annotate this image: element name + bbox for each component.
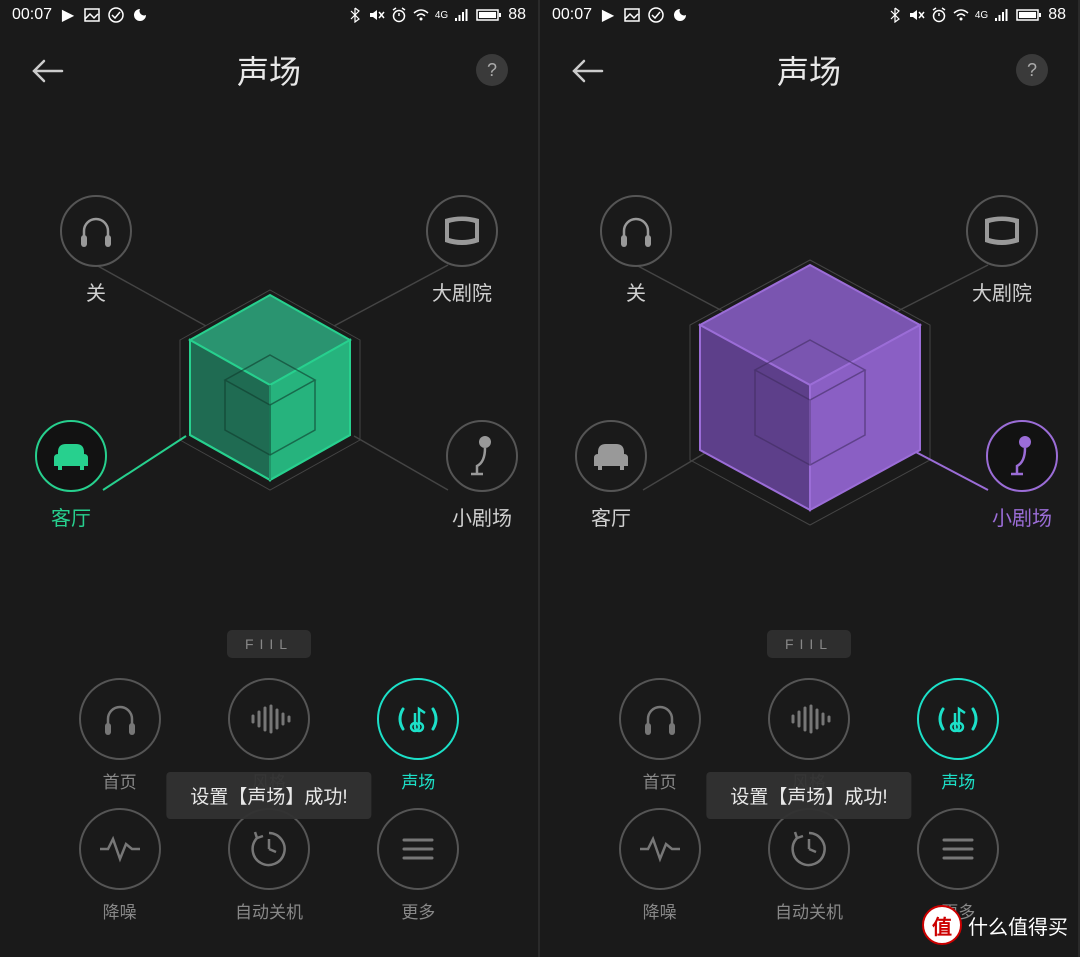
sofa-icon [590,440,632,472]
nav-more[interactable]: 更多 [344,808,493,923]
alarm-icon [391,7,407,23]
sofa-icon [50,440,92,472]
play-icon: ▶ [600,7,616,23]
nav-soundfield-label: 声场 [941,768,975,793]
signal-icon [994,7,1010,23]
mic-icon [1007,434,1037,478]
soundfield-icon [933,699,983,739]
nav-home-label: 首页 [103,768,137,793]
waveform-icon [787,704,831,734]
watermark-badge: 值 [922,905,962,945]
play-icon: ▶ [60,7,76,23]
network-label: 4G [435,10,448,21]
nav-timer-label: 自动关机 [235,898,303,923]
mic-icon [467,434,497,478]
wifi-icon [953,7,969,23]
header: 声场 ? [0,40,538,100]
watermark: 值 什么值得买 [922,905,1068,945]
headphones-icon [98,697,142,741]
option-off[interactable]: 关 [60,195,132,306]
bluetooth-icon [347,7,363,23]
toast-message: 设置【声场】成功! [706,772,911,819]
timer-icon [249,829,289,869]
nav-nc-label: 降噪 [643,898,677,923]
status-bar: 00:07 ▶ 4G 88 [0,0,538,30]
theater-icon [982,214,1022,248]
nav-nc[interactable]: 降噪 [45,808,194,923]
option-small-label: 小剧场 [446,502,518,531]
page-title: 声场 [237,47,301,93]
headphones-icon [76,211,116,251]
moon-icon [132,7,148,23]
back-button[interactable] [570,58,604,84]
wifi-icon [413,7,429,23]
option-small[interactable]: 小剧场 [986,420,1058,531]
battery-icon [476,7,502,23]
image-icon [84,7,100,23]
brand-logo: FIIL [540,630,1078,658]
cube-visual [670,250,950,530]
option-theater[interactable]: 大剧院 [966,195,1038,306]
option-theater-label: 大剧院 [426,277,498,306]
back-button[interactable] [30,58,64,84]
option-small-label: 小剧场 [986,502,1058,531]
theater-icon [442,214,482,248]
alarm-icon [931,7,947,23]
network-label: 4G [975,10,988,21]
help-button[interactable]: ? [1016,54,1048,86]
menu-icon [940,835,976,863]
header: 声场 ? [540,40,1078,100]
option-living-label: 客厅 [575,502,647,531]
nav-home-label: 首页 [643,768,677,793]
nav-timer[interactable]: 自动关机 [734,808,883,923]
nav-nc[interactable]: 降噪 [585,808,734,923]
battery-percent: 88 [1048,6,1066,24]
page-title: 声场 [777,47,841,93]
menu-icon [400,835,436,863]
help-button[interactable]: ? [476,54,508,86]
option-off-label: 关 [600,277,672,306]
option-theater[interactable]: 大剧院 [426,195,498,306]
nav-soundfield-label: 声场 [401,768,435,793]
mute-icon [909,7,925,23]
mute-icon [369,7,385,23]
check-icon [648,7,664,23]
moon-icon [672,7,688,23]
option-living[interactable]: 客厅 [575,420,647,531]
soundfield-icon [393,699,443,739]
bluetooth-icon [887,7,903,23]
option-theater-label: 大剧院 [966,277,1038,306]
headphones-icon [638,697,682,741]
headphones-icon [616,211,656,251]
image-icon [624,7,640,23]
waveform-icon [247,704,291,734]
battery-percent: 88 [508,6,526,24]
option-off[interactable]: 关 [600,195,672,306]
nav-timer-label: 自动关机 [775,898,843,923]
check-icon [108,7,124,23]
option-living[interactable]: 客厅 [35,420,107,531]
soundfield-selector: 关 大剧院 客厅 小剧场 [0,130,538,610]
nav-more-label: 更多 [401,898,435,923]
status-bar: 00:07 ▶ 4G 88 [540,0,1078,30]
pulse-icon [638,834,682,864]
toast-message: 设置【声场】成功! [166,772,371,819]
option-living-label: 客厅 [35,502,107,531]
watermark-text: 什么值得买 [968,911,1068,940]
signal-icon [454,7,470,23]
status-time: 00:07 [552,6,592,24]
cube-visual [160,280,380,500]
pulse-icon [98,834,142,864]
battery-icon [1016,7,1042,23]
soundfield-selector: 关 大剧院 客厅 小剧场 [540,130,1078,610]
option-off-label: 关 [60,277,132,306]
status-time: 00:07 [12,6,52,24]
nav-nc-label: 降噪 [103,898,137,923]
timer-icon [789,829,829,869]
brand-logo: FIIL [0,630,538,658]
nav-timer[interactable]: 自动关机 [194,808,343,923]
option-small[interactable]: 小剧场 [446,420,518,531]
